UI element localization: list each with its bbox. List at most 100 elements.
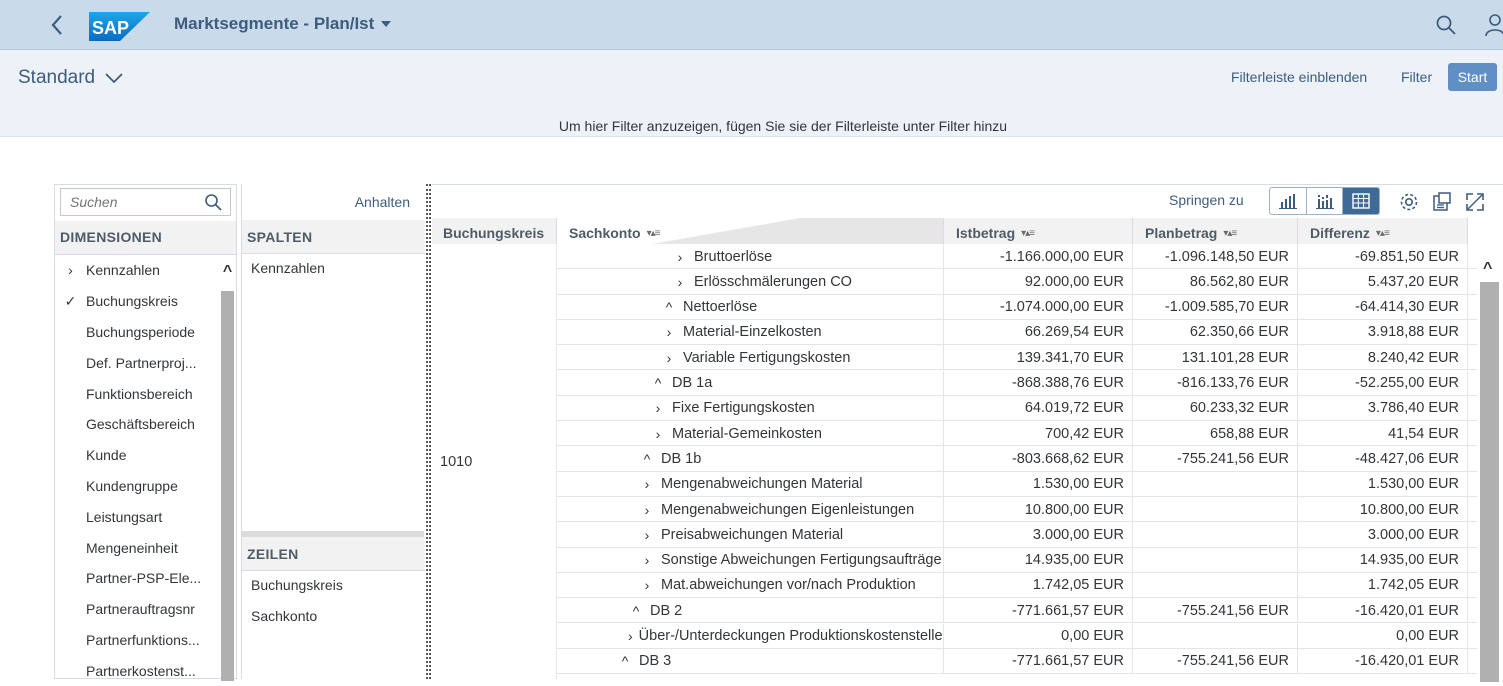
collapse-icon[interactable]: ^ [639,451,655,467]
table-icon[interactable] [1343,188,1379,214]
account-cell[interactable]: › Fixe Fertigungskosten [557,395,944,421]
collapse-icon[interactable]: ^ [661,299,677,315]
dimension-search[interactable] [60,188,231,216]
column-header-account[interactable]: Sachkonto ▾▴≡ [557,218,944,244]
dimension-item[interactable]: Mengeneinheit [55,532,218,563]
table-row[interactable]: › Erlösschmälerungen CO 92.000,00 EUR 86.56… [557,269,1477,295]
dimension-item[interactable]: Partnerkostenst... [55,655,218,686]
table-row[interactable]: › Mengenabweichungen Eigenleistungen 10.80… [557,497,1477,523]
collapse-icon[interactable]: ^ [650,375,666,391]
export-icon[interactable] [1431,191,1453,213]
sort-icon[interactable]: ▾▴≡ [1376,228,1390,239]
table-row[interactable]: › Material-Gemeinkosten 700,42 EUR 658,88 E… [557,421,1477,447]
sort-icon[interactable]: ▾▴≡ [1021,228,1035,239]
expand-icon[interactable]: › [639,476,655,492]
table-row[interactable]: ^ DB 3 -771.661,57 EUR -755.241,56 EUR -16.4… [557,648,1477,675]
expand-icon[interactable]: › [639,552,655,568]
dimension-search-input[interactable] [61,189,196,215]
account-cell[interactable]: › Mat.abweichungen vor/nach Produktion [557,572,944,598]
column-header-company-code[interactable]: Buchungskreis [432,218,557,244]
table-row[interactable]: ^ DB 1b -803.668,62 EUR -755.241,56 EUR -48.… [557,446,1477,472]
table-row[interactable]: ^ Nettoerlöse -1.074.000,00 EUR -1.009.585,… [557,294,1477,320]
dimension-item[interactable]: Partner-PSP-Ele... [55,563,218,594]
table-row[interactable]: › Preisabweichungen Material 3.000,00 EUR 3… [557,522,1477,548]
table-row[interactable]: › Fixe Fertigungskosten 64.019,72 EUR 60.23… [557,395,1477,422]
search-icon[interactable] [1435,14,1457,36]
table-row[interactable]: › Material-Einzelkosten 66.269,54 EUR 62.35… [557,319,1477,346]
start-button[interactable]: Start [1448,63,1497,91]
dimension-item[interactable]: Leistungsart [55,501,218,532]
variant-selector[interactable]: Standard [18,67,123,89]
dimension-item[interactable]: › Kennzahlen [55,255,218,286]
expand-icon[interactable]: › [639,527,655,543]
row-item[interactable]: Sachkonto [251,608,317,624]
account-cell[interactable]: › Variable Fertigungskosten [557,345,944,371]
collapse-icon[interactable]: ^ [628,603,644,619]
account-cell[interactable]: ^ DB 1a [557,370,944,396]
back-icon[interactable] [44,11,70,39]
table-row[interactable]: ^ DB 2 -771.661,57 EUR -755.241,56 EUR -16.4… [557,598,1477,624]
expand-icon[interactable]: › [661,350,677,366]
account-cell[interactable]: ^ DB 2 [557,598,944,624]
jump-to-button[interactable]: Springen zu [1169,192,1244,208]
fullscreen-icon[interactable] [1464,191,1486,213]
dimension-item[interactable]: Funktionsbereich [55,378,218,409]
filter-button[interactable]: Filter [1401,69,1432,85]
collapse-icon[interactable]: ^ [617,653,633,669]
table-row[interactable]: › Mat.abweichungen vor/nach Produktion 1.7… [557,572,1477,599]
scroll-thumb[interactable] [1480,282,1499,682]
search-icon[interactable] [204,193,222,211]
expand-icon[interactable]: › [650,400,666,416]
dimension-item[interactable]: ✓ Buchungskreis [55,286,218,317]
table-row[interactable]: › Mengenabweichungen Material 1.530,00 EUR… [557,471,1477,497]
expand-icon[interactable]: › [672,249,688,265]
grid-scrollbar[interactable]: ^ [1477,244,1503,682]
sap-logo[interactable]: SAP [89,12,150,41]
dimension-item[interactable]: Def. Partnerproj... [55,347,218,378]
account-cell[interactable]: › Bruttoerlöse [557,244,944,269]
expand-icon[interactable]: › [650,426,666,442]
app-title-menu[interactable]: Marktsegmente - Plan/Ist [174,14,392,34]
expand-icon[interactable]: › [639,577,655,593]
dimension-item[interactable]: Kunde [55,440,218,471]
account-cell[interactable]: ^ Nettoerlöse [557,294,944,320]
settings-icon[interactable] [1398,191,1420,213]
account-cell[interactable]: › Sonstige Abweichungen Fertigungsaufträg… [557,547,944,573]
scroll-thumb[interactable] [221,291,234,681]
show-filterbar-button[interactable]: Filterleiste einblenden [1231,69,1367,85]
dimension-item[interactable]: Partnerfunktions... [55,625,218,656]
scroll-up-icon[interactable]: ^ [219,264,236,281]
pause-button[interactable]: Anhalten [355,194,410,210]
expand-icon[interactable]: › [628,628,633,644]
expand-icon[interactable]: › [639,502,655,518]
table-row[interactable]: › Bruttoerlöse -1.166.000,00 EUR -1.096.148… [557,244,1477,270]
table-row[interactable]: › Über-/Unterdeckungen Produktionskostens… [557,623,1477,649]
column-header-actual[interactable]: Istbetrag ▾▴≡ [944,218,1133,244]
account-cell[interactable]: ^ DB 1b [557,446,944,472]
account-cell[interactable]: › Erlösschmälerungen CO [557,269,944,295]
table-row[interactable]: › Sonstige Abweichungen Fertigungsaufträg… [557,547,1477,573]
account-cell[interactable]: ^ DB 3 [557,648,944,674]
account-cell[interactable]: › Material-Einzelkosten [557,319,944,345]
expand-icon[interactable]: › [672,274,688,290]
table-row[interactable]: › Variable Fertigungskosten 139.341,70 EUR… [557,345,1477,371]
dimension-item[interactable]: Kundengruppe [55,471,218,502]
dimension-item[interactable]: Geschäftsbereich [55,409,218,440]
user-icon[interactable] [1484,13,1503,37]
panel-splitter[interactable] [426,184,431,679]
scroll-up-icon[interactable]: ^ [1483,260,1492,278]
column-header-plan[interactable]: Planbetrag ▾▴≡ [1133,218,1298,244]
account-cell[interactable]: › Über-/Unterdeckungen Produktionskostens… [557,623,944,649]
table-row[interactable]: ^ DB 1a -868.388,76 EUR -816.133,76 EUR -52.… [557,370,1477,396]
account-cell[interactable]: › Material-Gemeinkosten [557,421,944,447]
dimensions-scrollbar[interactable]: ^ [219,257,236,681]
sort-icon[interactable]: ▾▴≡ [1223,228,1237,239]
account-cell[interactable]: › Mengenabweichungen Material [557,471,944,497]
account-cell[interactable]: › Preisabweichungen Material [557,522,944,548]
sort-icon[interactable]: ▾▴≡ [647,228,661,239]
dimension-item[interactable]: Buchungsperiode [55,317,218,348]
account-cell[interactable]: › Mengenabweichungen Eigenleistungen [557,497,944,522]
dimension-item[interactable]: Partnerauftragsnr [55,594,218,625]
column-header-diff[interactable]: Differenz ▾▴≡ [1298,218,1468,244]
bar-chart-icon[interactable] [1270,188,1307,214]
